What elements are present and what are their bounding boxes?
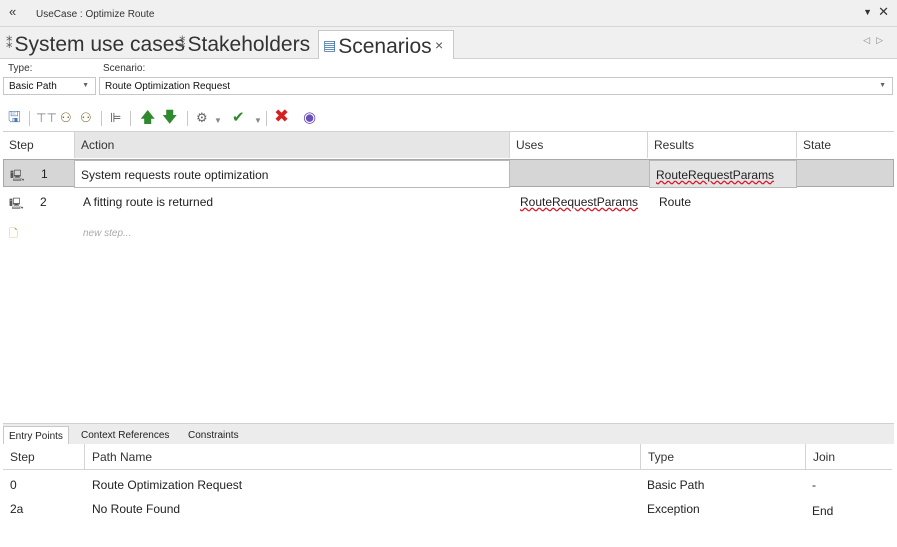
chevron-down-icon: ▼ (879, 82, 886, 89)
use-case-icon: ⁑ (179, 36, 186, 51)
toolbar: 🖫 ⊤⊤ ⚇ ⚇ ⊫ 🡅 🡇 ⚙ ▼ ✔ ▼ ✖ ◉ (0, 106, 897, 130)
type-select-value: Basic Path (9, 81, 57, 92)
move-up-icon[interactable]: 🡅 (140, 108, 155, 128)
help-icon[interactable]: ◉ (303, 108, 316, 128)
toolbar-separator (29, 111, 30, 126)
step-number: 2 (40, 195, 47, 209)
tab-stakeholders[interactable]: ⁑Stakeholders (179, 30, 310, 59)
close-window-icon[interactable]: ✕ (878, 4, 889, 20)
type-label: Type: (8, 63, 33, 74)
tab-context-references[interactable]: Context References (76, 426, 174, 445)
tab-label: Scenarios (338, 35, 432, 58)
entry-points-table: Step Path Name Type Join 0 Route Optimiz… (3, 444, 894, 547)
scenario-icon: ▤ (323, 37, 337, 53)
tab-strip: ⁑System use cases ⁑Stakeholders ▤Scenari… (0, 27, 897, 59)
action-cell[interactable]: A fitting route is returned (77, 188, 510, 216)
toolbar-separator (187, 111, 188, 126)
entry-join-cell: End (812, 504, 834, 518)
step-cell: 🖳 2 (3, 188, 75, 216)
results-cell[interactable]: Route (653, 188, 797, 216)
action-cell[interactable]: new step... (77, 218, 510, 246)
table-row[interactable]: 2a No Route Found Exception End (3, 497, 894, 521)
insert-sub-step-icon[interactable]: ⊫ (110, 108, 121, 128)
entry-type-cell: Basic Path (647, 478, 705, 492)
step-cell: 🗋 (3, 218, 75, 246)
table-row[interactable]: 0 Route Optimization Request Basic Path … (3, 473, 894, 497)
results-value: RouteRequestParams (656, 168, 775, 182)
tab-scenarios[interactable]: ▤Scenarios × (318, 30, 454, 59)
column-header-uses[interactable]: Uses (510, 132, 648, 158)
step-number: 1 (41, 167, 48, 181)
action-cell[interactable]: System requests route optimization (74, 160, 510, 188)
entry-join-cell: - (812, 478, 816, 492)
uses-cell[interactable] (510, 160, 648, 188)
tab-entry-points[interactable]: Entry Points (3, 426, 69, 445)
uses-cell[interactable]: RouteRequestParams (514, 188, 648, 216)
new-step-placeholder: new step... (83, 228, 132, 239)
column-header-action[interactable]: Action (75, 132, 510, 158)
window-title: UseCase : Optimize Route (36, 9, 155, 20)
entry-path-cell: No Route Found (92, 502, 181, 516)
tab-scroll-arrows-icon[interactable]: ◁▷ (863, 35, 889, 46)
use-case-icon: ⁑ (6, 36, 13, 51)
results-cell[interactable]: RouteRequestParams (649, 160, 797, 188)
add-actor-step-icon[interactable]: ⚇ (60, 108, 72, 128)
column-header-step[interactable]: Step (3, 444, 85, 470)
column-header-state[interactable]: State (797, 132, 894, 158)
generate-diagram-icon[interactable]: ⚙ (196, 108, 208, 128)
column-header-results[interactable]: Results (648, 132, 797, 158)
tab-constraints[interactable]: Constraints (183, 426, 244, 445)
chevron-down-icon[interactable]: ▼ (254, 111, 262, 131)
check-icon[interactable]: ✔ (232, 108, 245, 128)
scenario-label: Scenario: (103, 63, 146, 74)
scenario-select-value: Route Optimization Request (105, 81, 231, 92)
steps-grid: Step Action Uses Results State 🖳 1 Syste… (3, 131, 894, 421)
column-header-step[interactable]: Step (3, 132, 75, 158)
column-header-join[interactable]: Join (806, 444, 892, 470)
computer-icon: 🖳 (9, 198, 24, 210)
delete-icon[interactable]: ✖ (274, 106, 289, 126)
save-icon[interactable]: 🖫 (8, 108, 21, 128)
entry-type-cell: Exception (647, 502, 700, 516)
bottom-tab-strip: Entry Points Context References Constrai… (3, 423, 894, 445)
uses-value: RouteRequestParams (520, 195, 639, 209)
title-bar: « UseCase : Optimize Route ▼ ✕ (0, 0, 897, 27)
step-cell: 🖳 1 (4, 160, 74, 188)
scenario-select[interactable]: Route Optimization Request ▼ (99, 77, 893, 95)
toolbar-separator (130, 111, 131, 126)
column-header-type[interactable]: Type (641, 444, 806, 470)
chevron-down-icon: ▼ (82, 82, 89, 89)
column-header-path-name[interactable]: Path Name (85, 444, 641, 470)
chevron-down-icon[interactable]: ▼ (214, 111, 222, 131)
table-row[interactable]: 🖳 1 System requests route optimization R… (3, 159, 894, 188)
state-cell[interactable] (798, 160, 893, 188)
state-cell[interactable] (797, 188, 894, 216)
tab-label: System use cases (14, 33, 185, 56)
new-step-row[interactable]: 🗋 new step... (3, 218, 894, 246)
generate-structure-icon[interactable]: ⊤⊤ (36, 108, 57, 128)
collapse-icon[interactable]: « (9, 4, 16, 19)
tab-label: Stakeholders (187, 33, 311, 56)
close-tab-icon[interactable]: × (435, 31, 443, 59)
table-row[interactable]: 🖳 2 A fitting route is returned RouteReq… (3, 188, 894, 216)
add-system-step-icon[interactable]: ⚇ (80, 108, 92, 128)
entry-step-cell: 2a (10, 502, 24, 516)
toolbar-separator (101, 111, 102, 126)
grid-header: Step Action Uses Results State (3, 132, 894, 158)
move-down-icon[interactable]: 🡇 (162, 108, 177, 128)
window-menu-dropdown-icon[interactable]: ▼ (863, 7, 872, 17)
type-select[interactable]: Basic Path ▼ (3, 77, 96, 95)
computer-icon: 🖳 (10, 170, 25, 182)
toolbar-separator (266, 111, 267, 126)
new-item-icon: 🗋 (9, 228, 18, 240)
tab-system-use-cases[interactable]: ⁑System use cases (6, 30, 185, 59)
entry-step-cell: 0 (10, 478, 17, 492)
entry-path-cell: Route Optimization Request (92, 478, 243, 492)
